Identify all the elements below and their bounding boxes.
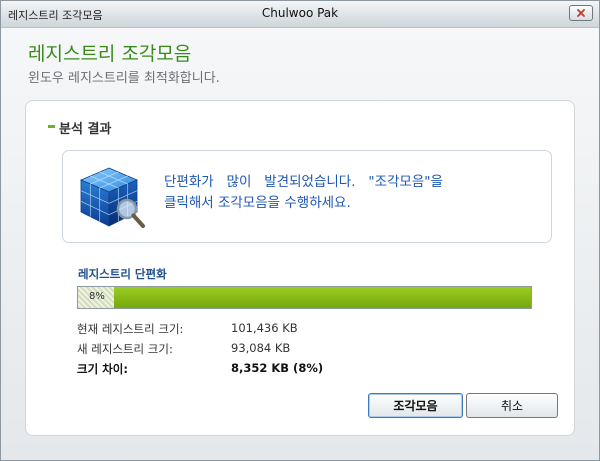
title-bar[interactable]: 레지스트리 조각모음 Chulwoo Pak (1, 1, 599, 28)
close-icon (577, 9, 585, 17)
defrag-button[interactable]: 조각모음 (368, 393, 463, 418)
page-title: 레지스트리 조각모음 (28, 43, 192, 65)
defrag-window: 레지스트리 조각모음 Chulwoo Pak 레지스트리 조각모음 윈도우 레지… (0, 0, 600, 461)
stat-value: 101,436 KB (231, 321, 298, 335)
result-message-box: 단편화가 많이 발견되었습니다. "조각모음"을 클릭해서 조각모음을 수행하세… (62, 150, 552, 243)
stat-current-size: 현재 레지스트리 크기: 101,436 KB (77, 321, 377, 341)
stat-value: 93,084 KB (231, 341, 291, 355)
result-message: 단편화가 많이 발견되었습니다. "조각모음"을 클릭해서 조각모음을 수행하세… (164, 172, 539, 214)
section-bullet-icon (48, 125, 55, 128)
result-message-line1: 단편화가 많이 발견되었습니다. "조각모음"을 (164, 174, 443, 190)
cube-magnifier-icon (79, 167, 145, 228)
fragmentation-label: 레지스트리 단편화 (78, 267, 167, 281)
fragmentation-percent: 8% (89, 291, 105, 302)
close-button[interactable] (569, 5, 593, 21)
fragmentation-progress-bar: 8% (77, 286, 532, 309)
cancel-button[interactable]: 취소 (466, 393, 558, 418)
stat-value: 8,352 KB (8%) (231, 361, 324, 375)
stat-new-size: 새 레지스트리 크기: 93,084 KB (77, 341, 377, 361)
user-name: Chulwoo Pak (261, 6, 339, 20)
page-subtitle: 윈도우 레지스트리를 최적화합니다. (28, 71, 220, 86)
stat-label: 크기 차이: (77, 362, 128, 376)
size-stats: 현재 레지스트리 크기: 101,436 KB 새 레지스트리 크기: 93,0… (77, 321, 377, 381)
stat-label: 현재 레지스트리 크기: (77, 322, 184, 336)
analysis-panel: 분석 결과 단편화가 많이 발견되었습니다. "조각모음"을 클릭해서 조각모음… (25, 100, 575, 436)
section-title: 분석 결과 (59, 122, 112, 137)
stat-size-difference: 크기 차이: 8,352 KB (8%) (77, 361, 377, 381)
result-message-line2: 클릭해서 조각모음을 수행하세요. (164, 195, 351, 211)
stat-label: 새 레지스트리 크기: (77, 342, 173, 356)
